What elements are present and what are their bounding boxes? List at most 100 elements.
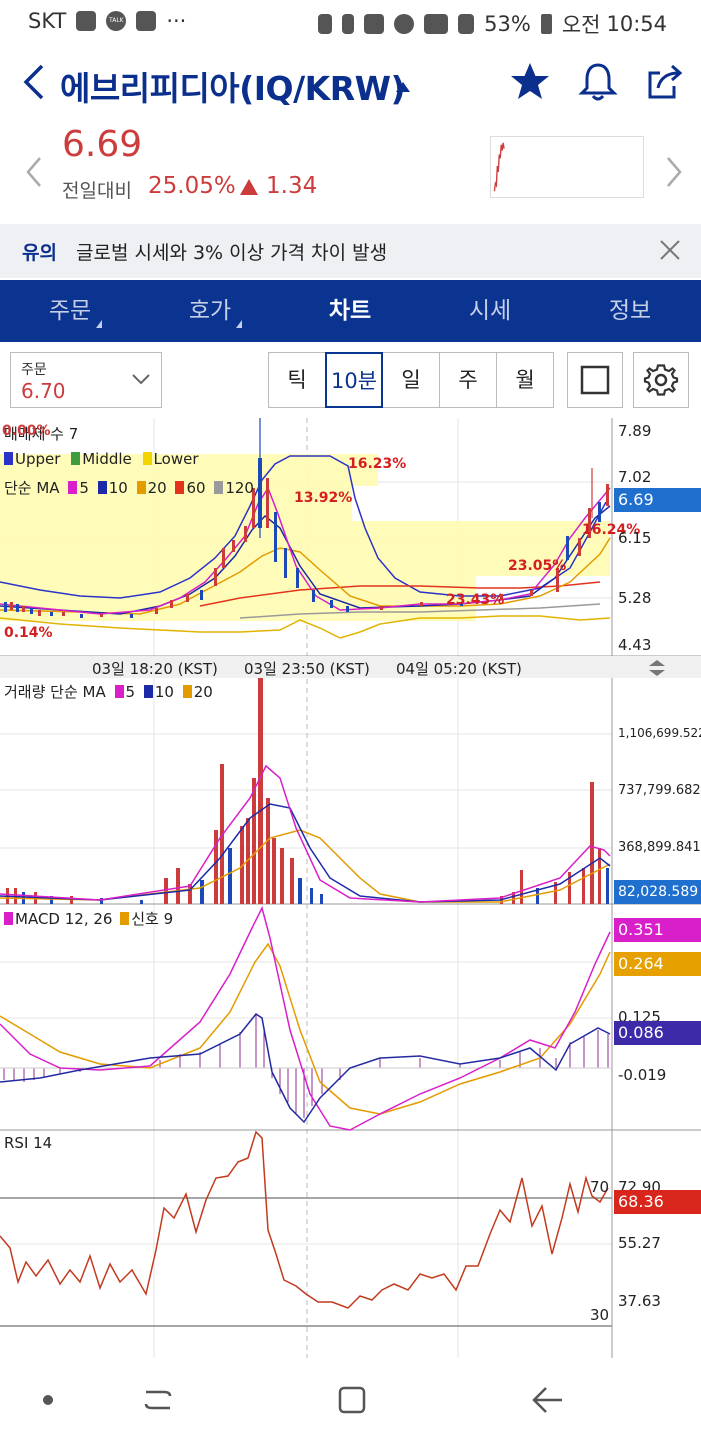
annotation-percent: 13.92% bbox=[294, 490, 353, 506]
chart-canvas[interactable] bbox=[0, 418, 701, 1358]
ma120-swatch bbox=[214, 481, 224, 494]
square-icon bbox=[580, 365, 610, 395]
tab-quotes[interactable]: 시세 bbox=[420, 280, 560, 342]
gallery-icon bbox=[76, 11, 97, 31]
back-nav-icon[interactable] bbox=[526, 1378, 570, 1422]
last-price-tag: 6.69 bbox=[614, 488, 701, 512]
change-amount: 1.34 bbox=[266, 173, 318, 199]
recent-apps-icon[interactable] bbox=[136, 1378, 180, 1422]
macd-signal-line bbox=[0, 942, 611, 1115]
volume-y-tick: 1,106,699.522 bbox=[618, 726, 701, 740]
battery-percent: 53% bbox=[484, 12, 531, 36]
ma5-swatch bbox=[68, 481, 78, 494]
tab-order[interactable]: 주문 bbox=[0, 280, 140, 342]
tab-chart[interactable]: 차트 bbox=[280, 280, 420, 342]
wifi-icon bbox=[424, 14, 449, 34]
share-icon[interactable] bbox=[644, 60, 688, 104]
dropdown-corner-icon bbox=[236, 320, 242, 328]
signal-value-tag: 0.264 bbox=[614, 952, 701, 976]
chart-controls: 주문 6.70 틱 10분 일 주 월 bbox=[0, 342, 701, 418]
overlay-percent: 0.00% bbox=[2, 423, 51, 439]
star-icon[interactable] bbox=[508, 60, 552, 104]
battery-icon bbox=[540, 14, 552, 34]
period-selector: 틱 10분 일 주 월 bbox=[268, 352, 554, 408]
order-type-select[interactable]: 주문 6.70 bbox=[10, 352, 162, 408]
volume-ma-lines bbox=[0, 764, 611, 903]
next-chevron-icon[interactable] bbox=[662, 154, 686, 190]
period-day[interactable]: 일 bbox=[382, 352, 440, 408]
macd-legend: MACD 12, 26 신호 9 bbox=[4, 908, 173, 929]
tab-bar: 주문 호가 차트 시세 정보 bbox=[0, 280, 701, 342]
annotation-percent: 0.14% bbox=[4, 625, 53, 641]
period-tick[interactable]: 틱 bbox=[268, 352, 326, 408]
ma60-swatch bbox=[175, 481, 185, 494]
back-button[interactable] bbox=[18, 60, 54, 104]
home-icon[interactable] bbox=[330, 1378, 374, 1422]
period-month[interactable]: 월 bbox=[496, 352, 554, 408]
time-axis-label: 03일 23:50 (KST) bbox=[244, 660, 370, 678]
prev-chevron-icon[interactable] bbox=[22, 154, 46, 190]
histogram-value-tag: 0.086 bbox=[614, 1021, 701, 1045]
time-ampm: 오전 bbox=[561, 13, 601, 37]
status-bar: SKT TALK ··· 53% 오전 10:54 bbox=[0, 0, 701, 44]
chart-settings-button[interactable] bbox=[633, 352, 689, 408]
macd-line bbox=[0, 905, 611, 1131]
vol-ma10-swatch bbox=[143, 685, 153, 698]
price-y-tick: 5.28 bbox=[618, 589, 652, 607]
vol-ma-10-line bbox=[0, 803, 611, 903]
order-select-value: 6.70 bbox=[21, 379, 66, 403]
gear-icon bbox=[643, 364, 679, 396]
tab-orderbook[interactable]: 호가 bbox=[140, 280, 280, 342]
bell-icon[interactable] bbox=[576, 60, 620, 104]
price-y-tick: 6.15 bbox=[618, 529, 652, 547]
bb-upper-swatch bbox=[4, 452, 13, 465]
mute-icon bbox=[364, 14, 385, 34]
current-price: 6.69 bbox=[62, 124, 143, 165]
time-axis-label: 04일 05:20 (KST) bbox=[396, 660, 522, 678]
bb-middle-swatch bbox=[71, 452, 81, 465]
fullscreen-button[interactable] bbox=[567, 352, 623, 408]
rsi-legend: RSI 14 bbox=[4, 1134, 53, 1152]
notice-tag: 유의 bbox=[22, 242, 57, 264]
vol-ma-5-line bbox=[0, 764, 611, 903]
price-summary: 6.69 전일대비 25.05% 1.34 bbox=[0, 124, 701, 220]
macd-swatch bbox=[4, 912, 13, 925]
notice-banner: 유의 글로벌 시세와 3% 이상 가격 차이 발생 bbox=[0, 224, 701, 278]
chart-area[interactable]: 매매제 수 7 0.00% Upper Middle Lower 단순 MA 5… bbox=[0, 418, 701, 1358]
more-notifications-label: ··· bbox=[166, 9, 187, 33]
rsi-y-tick: 55.27 bbox=[618, 1234, 661, 1252]
volume-legend: 거래량 단순 MA 5 10 20 bbox=[4, 683, 213, 701]
annotation-percent: 16.23% bbox=[348, 456, 407, 472]
order-select-label: 주문 bbox=[21, 362, 47, 378]
cube-icon bbox=[136, 11, 157, 31]
dot-icon[interactable] bbox=[26, 1378, 70, 1422]
rsi-line bbox=[0, 1130, 609, 1309]
macd-value-tag: 0.351 bbox=[614, 918, 701, 942]
bb-legend: Upper Middle Lower bbox=[4, 450, 198, 468]
chevron-down-icon bbox=[132, 374, 150, 385]
period-week[interactable]: 주 bbox=[439, 352, 497, 408]
talk-icon: TALK bbox=[106, 11, 127, 31]
system-nav-bar bbox=[0, 1360, 701, 1440]
change-percent: 25.05% bbox=[148, 173, 236, 199]
macd-y-tick: -0.019 bbox=[618, 1066, 667, 1084]
alarm-icon bbox=[394, 14, 415, 34]
app-header: 에브리피디아(IQ/KRW) bbox=[0, 44, 701, 124]
vol-ma5-swatch bbox=[114, 685, 124, 698]
tab-info[interactable]: 정보 bbox=[560, 280, 700, 342]
annotation-percent: 23.05% bbox=[508, 558, 567, 574]
price-y-tick: 7.02 bbox=[618, 468, 652, 486]
volume-last-tag: 82,028.589 bbox=[614, 880, 701, 904]
ma-legend: 단순 MA 5 10 20 60 120 bbox=[4, 479, 254, 497]
resize-handle-icon[interactable] bbox=[646, 658, 668, 678]
notice-text: 글로벌 시세와 3% 이상 가격 차이 발생 bbox=[76, 242, 388, 264]
ma10-swatch bbox=[97, 481, 107, 494]
title-dropdown-icon[interactable] bbox=[396, 82, 410, 92]
period-10min[interactable]: 10분 bbox=[325, 352, 383, 408]
page-title[interactable]: 에브리피디아(IQ/KRW) bbox=[60, 62, 406, 110]
close-icon[interactable] bbox=[656, 236, 684, 264]
vol-ma20-swatch bbox=[182, 685, 192, 698]
price-y-tick: 4.43 bbox=[618, 636, 652, 654]
time-axis-label: 03일 18:20 (KST) bbox=[92, 660, 218, 678]
rsi-y-tick: 37.63 bbox=[618, 1292, 661, 1310]
